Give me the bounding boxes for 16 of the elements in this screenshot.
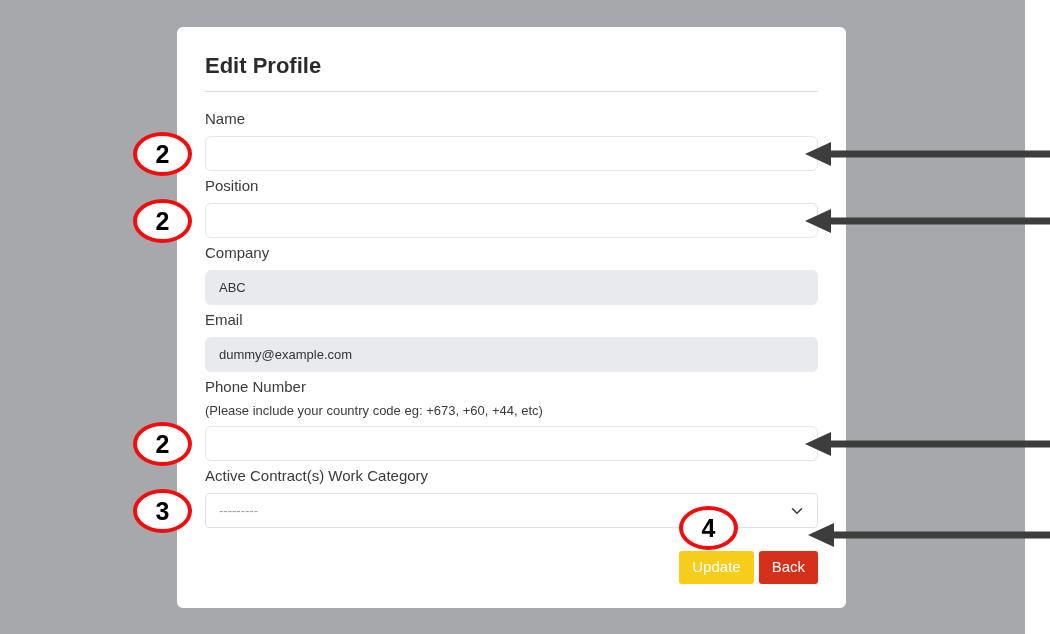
field-label: Position xyxy=(205,176,260,196)
input-field[interactable] xyxy=(205,136,818,171)
form-title: Edit Profile xyxy=(205,52,323,80)
field-label: Phone Number xyxy=(205,377,307,397)
back-button[interactable]: Back xyxy=(758,551,818,584)
field-label: Active Contract(s) Work Category xyxy=(205,466,430,486)
field-label: Company xyxy=(205,243,271,263)
callout-number: 2 xyxy=(133,132,192,176)
field-hint: (Please include your country code eg: +673, +60, +44, etc) xyxy=(205,402,544,420)
callout-number: 3 xyxy=(133,489,192,533)
callout-number: 2 xyxy=(133,422,192,466)
input-field[interactable] xyxy=(205,426,818,461)
field-label: Email xyxy=(205,310,244,330)
callout-number: 2 xyxy=(133,199,192,243)
input-field[interactable] xyxy=(205,203,818,238)
field-label: Name xyxy=(205,109,246,129)
